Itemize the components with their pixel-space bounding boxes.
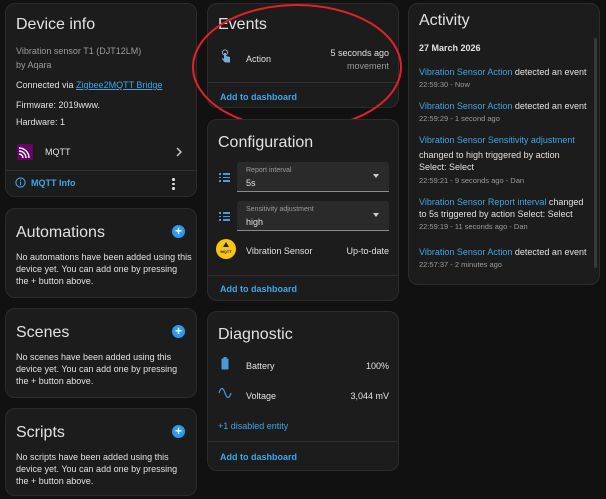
activity-entry[interactable]: Vibration Sensor Report interval changed… [419,196,591,231]
automations-title: Automations [16,224,105,241]
sensitivity-label: Sensitivity adjustment [246,206,314,213]
voltage-row[interactable]: Voltage 3,044 mV [208,382,398,406]
activity-entry-text: detected an event [512,101,587,111]
automations-empty-text: No automations have been added using thi… [16,252,192,286]
activity-entry[interactable]: Vibration Sensor Action detected an even… [419,66,589,89]
mqtt-info-label: MQTT Info [31,178,76,188]
configuration-title: Configuration [218,134,314,151]
report-interval-select[interactable]: Report interval 5s [237,162,389,192]
chevron-down-icon [373,213,379,217]
chevron-right-icon [176,147,182,157]
activity-date: 27 March 2026 [419,43,481,53]
activity-card: Activity 27 March 2026 Vibration Sensor … [408,3,600,285]
activity-entry-meta: 22:59:30 - Now [419,80,470,89]
add-scene-button[interactable]: + [172,325,185,338]
hardware: Hardware: 1 [16,117,66,127]
configuration-divider [208,275,398,276]
events-title: Events [218,16,267,33]
mqtt-integration-row[interactable]: MQTT [6,138,196,166]
battery-label: Battery [246,361,275,371]
activity-entry-text: detected an event [512,247,587,257]
events-add-to-dashboard[interactable]: Add to dashboard [220,91,297,103]
voltage-value: 3,044 mV [350,391,389,401]
event-action-row[interactable]: Action 5 seconds ago movement [208,44,398,74]
list-icon [219,173,230,182]
firmware: Firmware: 2019www. [16,100,101,110]
activity-entry[interactable]: Vibration Sensor Action detected an even… [419,100,589,123]
activity-entity-link[interactable]: Vibration Sensor Report interval [419,197,546,207]
add-script-button[interactable]: + [172,425,185,438]
activity-entry-meta: 22:59:21 - 9 seconds ago - Dan [419,176,525,185]
scenes-empty-text: No scenes have been added using this dev… [16,352,178,386]
activity-entry[interactable]: Vibration Sensor Sensitivity adjustment … [419,134,589,185]
chevron-down-icon [373,174,379,178]
configuration-card: Configuration Report interval 5s Sensiti… [207,119,399,301]
activity-entity-link[interactable]: Vibration Sensor Sensitivity adjustment [419,134,589,146]
scripts-empty-text: No scripts have been added using this de… [16,452,178,486]
event-action-time: 5 seconds ago [330,48,389,58]
battery-icon [221,357,229,370]
battery-value: 100% [365,361,389,371]
device-info-card: Device info Vibration sensor T1 (DJT12LM… [5,3,197,197]
firmware-update-row[interactable]: MQTT Vibration Sensor Up-to-date [208,237,398,265]
scripts-card: Scripts + No scripts have been added usi… [5,408,197,496]
update-label: Vibration Sensor [246,246,313,256]
zigbee2mqtt-bridge-link[interactable]: Zigbee2MQTT Bridge [76,80,162,90]
add-automation-button[interactable]: + [172,225,185,238]
device-info-title: Device info [16,16,96,33]
connected-via-prefix: Connected via [16,80,77,90]
activity-entry-meta: 22:59:19 - 11 seconds ago - Dan [419,222,528,231]
voltage-label: Voltage [246,391,277,401]
info-icon [15,177,26,188]
update-mqtt-icon: MQTT [216,239,236,259]
activity-entry[interactable]: Vibration Sensor Action detected an even… [419,246,589,269]
diagnostic-divider [208,441,398,442]
events-divider [208,82,398,83]
device-info-divider [6,170,196,171]
automations-card: Automations + No automations have been a… [5,208,197,298]
device-manufacturer: by Aqara [16,60,52,70]
activity-entry-text: changed to high triggered by action Sele… [419,150,560,172]
activity-entry-meta: 22:59:29 - 1 second ago [419,114,500,123]
report-interval-label: Report interval [246,167,292,174]
scripts-title: Scripts [16,424,65,441]
activity-entry-text: detected an event [512,67,587,77]
update-value: Up-to-date [346,246,389,256]
sensitivity-value: high [246,217,264,227]
configuration-add-to-dashboard[interactable]: Add to dashboard [220,283,297,295]
activity-entity-link[interactable]: Vibration Sensor Action [419,67,512,77]
mqtt-icon [17,144,33,160]
scenes-card: Scenes + No scenes have been added using… [5,308,197,398]
gesture-tap-icon [221,49,230,63]
events-card: Events Action 5 seconds ago movement Add… [207,3,399,108]
event-action-value: movement [346,61,389,71]
sensitivity-select[interactable]: Sensitivity adjustment high [237,201,389,231]
update-icon-text: MQTT [220,249,232,254]
list-icon [219,212,230,221]
device-model: Vibration sensor T1 (DJT12LM) [16,46,142,56]
diagnostic-add-to-dashboard[interactable]: Add to dashboard [220,451,297,463]
disabled-entities-link[interactable]: +1 disabled entity [218,420,288,432]
activity-title: Activity [419,12,470,29]
activity-entity-link[interactable]: Vibration Sensor Action [419,247,512,257]
sine-wave-icon [218,388,232,398]
diagnostic-title: Diagnostic [218,326,293,343]
activity-entry-meta: 22:57:37 - 2 minutes ago [419,260,502,269]
mqtt-label: MQTT [45,147,71,157]
event-action-label: Action [246,54,272,64]
report-interval-value: 5s [246,178,256,188]
connected-via: Connected via Zigbee2MQTT Bridge [16,79,162,91]
activity-entity-link[interactable]: Vibration Sensor Action [419,101,512,111]
activity-scrollbar[interactable] [594,38,597,268]
scenes-title: Scenes [16,324,70,341]
more-options-icon[interactable] [172,178,175,190]
diagnostic-card: Diagnostic Battery 100% Voltage 3,044 mV… [207,311,399,471]
battery-row[interactable]: Battery 100% [208,352,398,376]
